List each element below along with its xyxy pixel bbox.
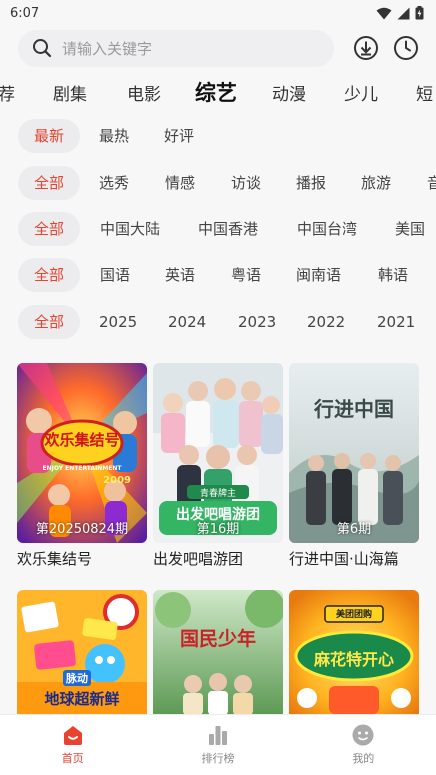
- search-box[interactable]: 请输入关键字: [18, 29, 335, 67]
- poster-logo: 国民少年: [179, 628, 256, 650]
- filter-row-sort: 最新 最热 好评: [0, 119, 436, 155]
- filter-chip-year[interactable]: 2021: [377, 305, 415, 339]
- filter-chip-region[interactable]: 中国香港: [198, 212, 258, 246]
- nav-home[interactable]: 首页: [0, 715, 145, 775]
- download-icon: [354, 36, 379, 60]
- nav-profile[interactable]: 我的: [291, 715, 436, 775]
- filter-chip-genre[interactable]: 音: [427, 166, 436, 200]
- filter-chip-genre[interactable]: 访谈: [231, 166, 261, 200]
- filter-chip-language[interactable]: 粤语: [231, 258, 261, 292]
- home-icon: [63, 726, 82, 745]
- poster-art: [153, 590, 283, 714]
- filter-chip-year[interactable]: 2024: [168, 305, 206, 339]
- show-poster[interactable]: 青春牌主 出发吧唱游团 第16期: [153, 363, 283, 543]
- filter-row-language: 全部 国语 英语 粤语 闽南语 韩语: [0, 258, 436, 294]
- search-placeholder[interactable]: 请输入关键字: [62, 38, 152, 59]
- filter-chip-genre[interactable]: 情感: [165, 166, 195, 200]
- bar-chart-icon: [208, 726, 227, 745]
- filter-chip-language[interactable]: 英语: [165, 258, 195, 292]
- filter-chip-newest[interactable]: 最新: [18, 119, 81, 153]
- filter-chip-genre-all[interactable]: 全部: [18, 166, 81, 200]
- tab-movie[interactable]: 电影: [127, 80, 161, 105]
- poster-brand: 美团团购: [335, 610, 372, 620]
- tab-series[interactable]: 剧集: [53, 80, 87, 105]
- battery-icon: [415, 6, 424, 20]
- signal-icon: [397, 7, 410, 19]
- episode-badge: 第16期: [196, 522, 240, 537]
- tab-variety[interactable]: 综艺: [195, 77, 237, 107]
- episode-badge: 第6期: [336, 522, 372, 537]
- nav-ranking[interactable]: 排行榜: [145, 715, 290, 775]
- show-poster[interactable]: 欢乐集结号 ENJOY ENTERTAINMENT 2009 第20250824…: [17, 363, 147, 543]
- show-poster[interactable]: 行进中国 第6期: [289, 363, 419, 543]
- filter-chip-language-all[interactable]: 全部: [18, 258, 81, 292]
- filter-chip-rated[interactable]: 好评: [164, 119, 194, 153]
- status-time: 6:07: [10, 5, 40, 21]
- search-icon: [33, 39, 52, 58]
- poster-art: [17, 363, 147, 543]
- filter-chip-genre[interactable]: 播报: [296, 166, 326, 200]
- show-title[interactable]: 欢乐集结号: [17, 548, 147, 569]
- filter-chip-year[interactable]: 2023: [238, 305, 276, 339]
- poster-art: [289, 363, 419, 543]
- filter-chip-year-all[interactable]: 全部: [18, 305, 81, 339]
- show-card[interactable]: 欢乐集结号 ENJOY ENTERTAINMENT 2009 第20250824…: [17, 363, 147, 569]
- nav-home-label: 首页: [61, 752, 84, 765]
- poster-subtitle: ENJOY ENTERTAINMENT: [42, 465, 122, 472]
- smiley-face-icon: [352, 724, 374, 746]
- filter-chip-year[interactable]: 2022: [307, 305, 345, 339]
- show-card[interactable]: 行进中国 第6期 行进中国·山海篇: [289, 363, 419, 569]
- search-row: 请输入关键字: [0, 28, 436, 68]
- poster-year: 2009: [103, 475, 131, 486]
- poster-logo: 欢乐集结号: [44, 431, 120, 449]
- tab-recommend[interactable]: 荐: [0, 80, 15, 105]
- show-poster[interactable]: 美团团购 麻花特开心: [289, 590, 419, 714]
- poster-tag: 脉动: [63, 670, 91, 686]
- show-title[interactable]: 行进中国·山海篇: [289, 548, 419, 569]
- tab-kids[interactable]: 少儿: [344, 80, 378, 105]
- show-card[interactable]: 脉动 地球超新鲜: [17, 590, 147, 714]
- filter-chip-hottest[interactable]: 最热: [99, 119, 129, 153]
- nav-ranking-label: 排行榜: [201, 752, 235, 765]
- poster-logo: 麻花特开心: [313, 650, 394, 669]
- tab-short[interactable]: 短: [416, 80, 433, 105]
- filter-chip-language[interactable]: 韩语: [378, 258, 408, 292]
- filter-chip-language[interactable]: 闽南语: [296, 258, 341, 292]
- filter-chip-region-all[interactable]: 全部: [18, 212, 81, 246]
- poster-logo: 地球超新鲜: [44, 690, 120, 708]
- bottom-nav: 首页 排行榜 我的: [0, 714, 436, 775]
- poster-badge: 青春牌主: [199, 489, 236, 499]
- show-title[interactable]: 出发吧唱游团: [153, 548, 283, 569]
- filter-chip-genre[interactable]: 选秀: [99, 166, 129, 200]
- history-button[interactable]: [392, 34, 420, 62]
- download-button[interactable]: [352, 34, 380, 62]
- wifi-icon: [376, 7, 392, 19]
- show-card[interactable]: 青春牌主 出发吧唱游团 第16期 出发吧唱游团: [153, 363, 283, 569]
- show-card[interactable]: 美团团购 麻花特开心: [289, 590, 419, 714]
- filter-chip-region[interactable]: 中国台湾: [297, 212, 357, 246]
- poster-logo: 行进中国: [314, 397, 394, 421]
- filter-row-region: 全部 中国大陆 中国香港 中国台湾 美国: [0, 212, 436, 248]
- status-icons: [376, 6, 424, 20]
- filter-row-genre: 全部 选秀 情感 访谈 播报 旅游 音: [0, 166, 436, 202]
- filter-chip-year[interactable]: 2025: [99, 305, 137, 339]
- filter-chip-language[interactable]: 国语: [100, 258, 130, 292]
- status-bar: 6:07: [0, 0, 436, 26]
- show-poster[interactable]: 脉动 地球超新鲜: [17, 590, 147, 714]
- clock-icon: [394, 36, 419, 60]
- episode-badge: 第20250824期: [35, 522, 129, 537]
- filter-chip-region[interactable]: 中国大陆: [100, 212, 160, 246]
- show-poster[interactable]: 国民少年: [153, 590, 283, 714]
- show-card[interactable]: 国民少年: [153, 590, 283, 714]
- filter-chip-genre[interactable]: 旅游: [361, 166, 391, 200]
- filter-chip-region[interactable]: 美国: [395, 212, 425, 246]
- filter-row-year: 全部 2025 2024 2023 2022 2021: [0, 305, 436, 341]
- tab-anime[interactable]: 动漫: [272, 80, 306, 105]
- category-tabs: 荐 剧集 电影 综艺 动漫 少儿 短: [0, 72, 436, 112]
- nav-profile-label: 我的: [352, 752, 375, 765]
